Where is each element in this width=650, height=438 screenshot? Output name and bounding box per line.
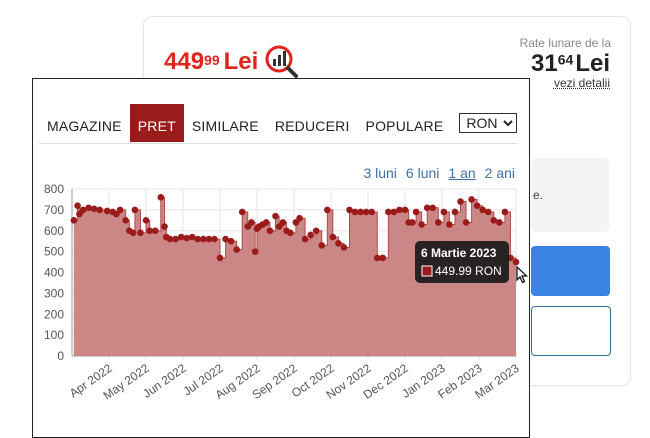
price-history-chart: 0100200300400500600700800Apr 2022May 202… <box>44 182 522 403</box>
tooltip-swatch <box>421 265 433 277</box>
price-point <box>287 229 294 237</box>
price-point <box>279 219 287 226</box>
price-point <box>409 219 416 226</box>
price-point <box>227 237 235 245</box>
price-point <box>435 219 442 226</box>
price-point <box>412 208 420 216</box>
price-point <box>103 207 111 215</box>
y-tick-label: 500 <box>44 245 64 259</box>
price-point <box>296 214 303 222</box>
y-tick-label: 600 <box>44 224 64 238</box>
price-point <box>251 248 259 255</box>
price-point <box>307 231 314 239</box>
y-tick-label: 300 <box>44 286 64 300</box>
price-point <box>238 208 246 216</box>
price-point <box>301 235 309 243</box>
price-point <box>96 206 104 214</box>
price-point <box>312 227 320 235</box>
price-point <box>142 217 150 224</box>
y-tick-label: 400 <box>44 266 64 280</box>
y-tick-label: 700 <box>44 203 64 217</box>
price-point <box>183 234 190 242</box>
price-point <box>151 227 159 235</box>
price-point <box>401 206 409 214</box>
tooltip-value: 449.99 RON <box>435 264 502 278</box>
price-point <box>272 212 279 220</box>
mouse-cursor-icon <box>516 266 528 284</box>
price-point <box>266 227 274 235</box>
tooltip-date: 6 Martie 2023 <box>421 246 497 260</box>
price-point <box>262 219 270 226</box>
price-point <box>324 206 331 214</box>
price-point <box>122 217 129 224</box>
price-point <box>177 233 185 241</box>
price-point <box>85 204 92 212</box>
price-point <box>468 196 475 203</box>
price-point <box>457 198 464 205</box>
price-point <box>473 202 481 209</box>
price-point <box>340 244 348 251</box>
y-tick-label: 200 <box>44 307 64 321</box>
y-tick-label: 100 <box>44 328 64 342</box>
price-point <box>335 239 342 247</box>
price-point <box>501 208 509 216</box>
price-point <box>211 235 218 243</box>
price-point <box>129 229 137 237</box>
price-point <box>440 208 448 216</box>
price-point <box>318 242 326 249</box>
price-point <box>116 206 124 214</box>
price-point <box>496 219 503 226</box>
y-tick-label: 800 <box>44 182 64 196</box>
price-point <box>462 219 470 226</box>
price-point <box>233 246 240 253</box>
price-point <box>484 208 492 216</box>
price-point <box>70 217 78 224</box>
price-point <box>131 206 139 214</box>
price-point <box>512 258 520 266</box>
price-point <box>329 233 337 241</box>
price-point <box>161 223 168 230</box>
y-tick-label: 0 <box>57 349 64 363</box>
price-point <box>429 204 437 212</box>
price-point <box>451 208 459 216</box>
price-point <box>418 221 425 228</box>
price-point <box>248 219 255 226</box>
price-point <box>379 254 387 262</box>
price-point <box>446 221 453 228</box>
price-point <box>368 208 376 216</box>
price-point <box>74 202 81 209</box>
price-point <box>90 205 98 213</box>
price-point <box>157 194 165 201</box>
price-point <box>216 254 224 262</box>
price-point <box>137 229 144 237</box>
